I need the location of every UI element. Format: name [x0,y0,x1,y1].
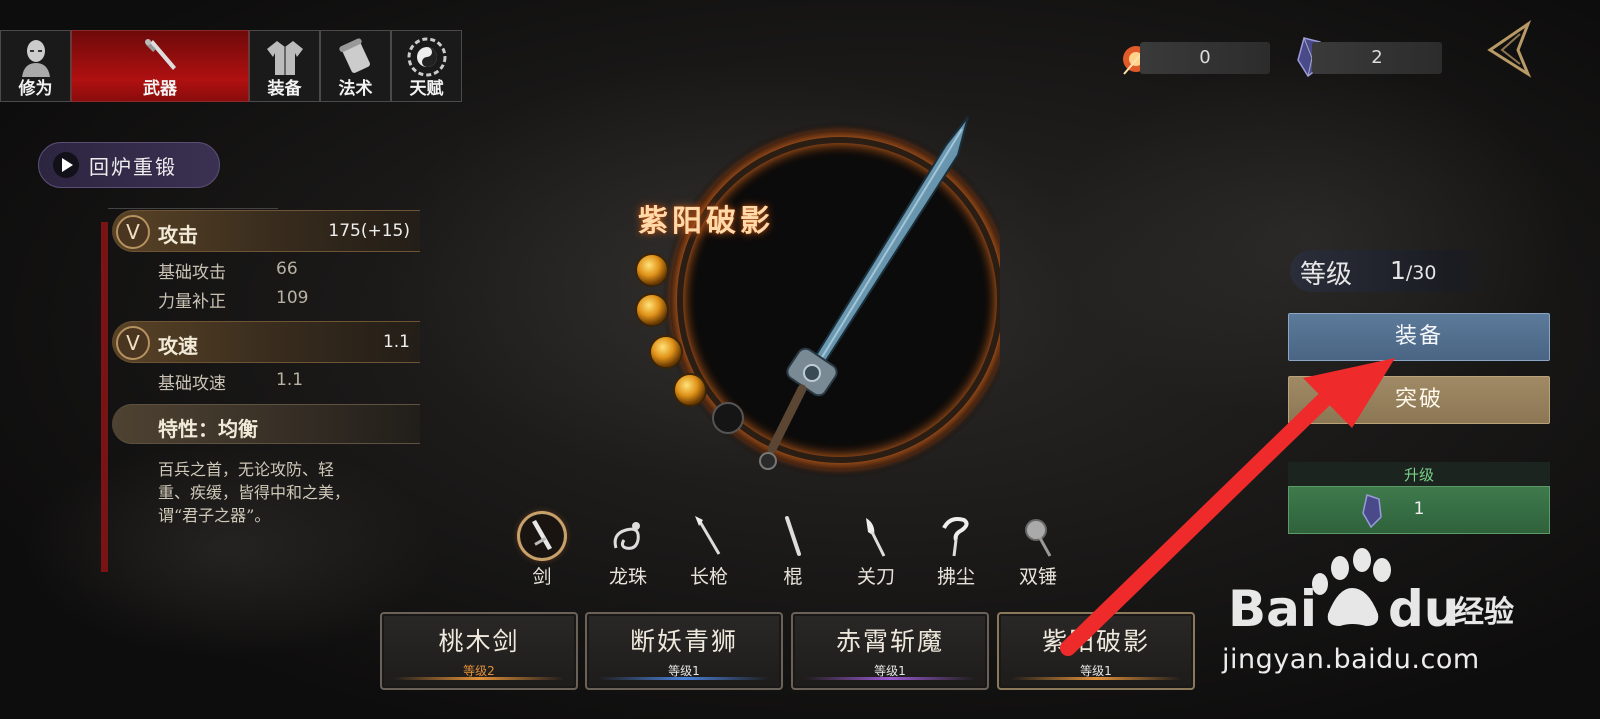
weapon-card[interactable]: 桃木剑 等级2 [380,612,578,690]
speed-stat-header[interactable]: V 攻速 1.1 [112,321,420,363]
spear-icon [695,516,721,555]
currency-fire-orb: 0 [1140,42,1270,74]
orb-filled [635,253,669,287]
rarity-bar [394,677,564,680]
trait-header: 特性：均衡 [112,404,420,444]
tab-label: 修为 [18,79,53,99]
rarity-bar [805,677,975,680]
orb-empty [712,402,744,434]
weapon-card-name: 断妖青狮 [629,627,738,656]
bagua-icon [407,37,446,77]
category-label: 关刀 [856,566,895,588]
weapon-card[interactable]: 断妖青狮 等级1 [585,612,783,690]
equip-button[interactable]: 装备 [1288,313,1550,361]
svg-text:经验: 经验 [1454,595,1514,630]
category-sword[interactable]: 剑 [512,514,572,588]
speed-label: 攻速 [158,334,198,358]
trait-label: 特性：均衡 [158,417,258,441]
attack-label: 攻击 [158,223,198,247]
top-tab-bar: 修为 武器 装备 法术 天赋 [0,30,462,102]
category-label: 剑 [532,566,552,588]
weapon-card-selected[interactable]: 紫阳破影 等级1 [997,612,1195,690]
play-icon [53,152,79,178]
level-display: 等级 1/30 [1290,250,1490,292]
weapon-card[interactable]: 赤霄斩魔 等级1 [791,612,989,690]
orb-filled [635,293,669,327]
upgrade-button[interactable]: 1 [1288,486,1550,534]
speed-value: 1.1 [382,332,410,352]
category-spear[interactable]: 长枪 [679,514,739,588]
attack-stat-header[interactable]: V 攻击 175(+15) [112,210,420,252]
upgrade-orbs [635,253,744,434]
orb-filled [649,335,683,369]
tab-spells[interactable]: 法术 [320,30,391,102]
category-label: 龙珠 [608,566,647,588]
level-value: 1/30 [1390,256,1437,285]
attack-value: 175(+15) [328,221,410,241]
base-attack-label: 基础攻击 [158,263,226,283]
watermark-url: jingyan.baidu.com [1222,644,1480,675]
base-speed-label: 基础攻速 [158,374,226,394]
whisk-icon [942,517,969,557]
sword-category-icon [521,515,563,557]
breakthrough-button[interactable]: 突破 [1288,376,1550,424]
category-whisk[interactable]: 拂尘 [926,514,986,588]
scroll-icon [338,38,370,73]
reforge-button[interactable]: 回炉重锻 [38,142,220,188]
strength-bonus-label: 力量补正 [158,292,226,312]
svg-text:du: du [1388,580,1459,638]
collapse-toggle-icon[interactable]: V [116,215,150,249]
stats-accent-bar [101,222,108,572]
robe-icon [266,41,303,75]
tab-cultivation[interactable]: 修为 [0,30,71,102]
upgrade-title: 升级 [1403,466,1434,484]
currency-value: 2 [1371,47,1383,68]
tab-weapons[interactable]: 武器 [71,30,249,102]
currency-value: 0 [1199,47,1211,68]
category-label: 长枪 [689,566,728,588]
divider [108,208,278,209]
staff-icon [785,516,801,556]
tab-label: 武器 [143,79,177,99]
sword-icon [145,39,176,70]
tab-label: 法术 [338,79,373,99]
strength-bonus-value: 109 [276,288,309,308]
weapon-card-name: 赤霄斩魔 [835,627,944,656]
tab-label: 天赋 [409,79,444,99]
category-staff[interactable]: 棍 [763,514,823,588]
back-icon[interactable] [1484,20,1540,78]
tab-equipment[interactable]: 装备 [249,30,320,102]
category-hammers[interactable]: 双锤 [1008,514,1068,588]
rarity-bar [599,677,769,680]
category-label: 棍 [783,566,803,588]
hammers-icon [1025,519,1052,557]
rarity-bar [1011,677,1181,680]
weapon-card-name: 紫阳破影 [1041,627,1150,656]
dragon-orb-icon [613,522,640,550]
weapon-description: 百兵之首，无论攻防、轻重、疾缓，皆得中和之美，谓“君子之器”。 [158,460,351,525]
base-speed-value: 1.1 [276,370,304,390]
category-label: 拂尘 [936,566,975,588]
upgrade-cost: 1 [1413,499,1425,519]
currency-crystal: 2 [1312,42,1442,74]
tab-label: 装备 [267,79,302,99]
category-label: 双锤 [1018,566,1057,588]
cultivator-icon [21,40,50,77]
tab-talent[interactable]: 天赋 [391,30,462,102]
orb-filled [673,373,707,407]
weapon-card-name: 桃木剑 [438,627,520,656]
svg-text:Bai: Bai [1228,580,1317,638]
category-dragon-orb[interactable]: 龙珠 [598,514,658,588]
weapon-name: 紫阳破影 [638,204,774,239]
upgrade-panel: 升级 1 [1288,462,1550,534]
base-attack-value: 66 [276,259,298,279]
collapse-toggle-icon[interactable]: V [116,326,150,360]
level-label: 等级 [1300,260,1353,290]
reforge-label: 回炉重锻 [89,154,177,179]
guandao-icon [866,518,886,557]
category-guandao[interactable]: 关刀 [846,514,906,588]
